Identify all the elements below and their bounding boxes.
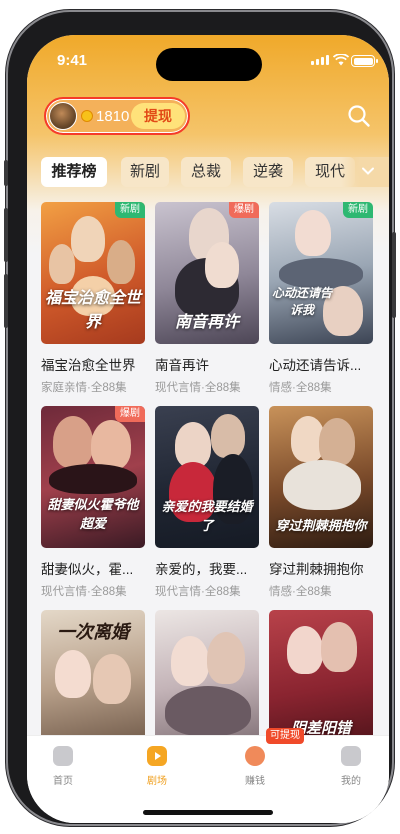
status-badge: 新剧 bbox=[115, 202, 145, 218]
bottom-navigation: 首页 剧场 赚钱 可提现 我的 bbox=[27, 728, 389, 823]
coin-balance: 1810 bbox=[96, 108, 130, 125]
status-bar: 9:41 bbox=[27, 35, 389, 81]
phone-frame: 9:41 1810 提现 推荐榜 新剧 总裁 逆袭 现代 福宝治愈全世界 新剧 … bbox=[4, 12, 396, 824]
cellular-signal-icon bbox=[311, 55, 329, 65]
drama-poster[interactable]: 福宝治愈全世界 新剧 bbox=[41, 202, 145, 344]
drama-poster[interactable]: 一次离婚 bbox=[41, 610, 145, 752]
profile-icon bbox=[341, 746, 361, 766]
drama-poster[interactable]: 亲爱的我要结婚了 bbox=[155, 406, 259, 548]
avatar[interactable] bbox=[49, 102, 77, 130]
drama-meta: 家庭亲情·全88集 bbox=[41, 382, 127, 394]
search-icon[interactable] bbox=[347, 104, 371, 128]
gift-icon bbox=[245, 746, 265, 766]
poster-title: 穿过荆棘拥抱你 bbox=[275, 519, 367, 534]
drama-poster[interactable]: 穿过荆棘拥抱你 bbox=[269, 406, 373, 548]
poster-title: 福宝治愈全世界 bbox=[45, 288, 142, 331]
nav-home[interactable]: 首页 bbox=[33, 746, 93, 787]
nav-home-label: 首页 bbox=[53, 776, 73, 787]
status-badge: 爆剧 bbox=[115, 406, 145, 422]
drama-card[interactable]: 福宝治愈全世界 新剧 福宝治愈全世界 家庭亲情·全88集 bbox=[41, 202, 145, 395]
volume-down-button bbox=[4, 274, 8, 328]
drama-meta: 现代言情·全88集 bbox=[155, 382, 241, 394]
app-screen: 9:41 1810 提现 推荐榜 新剧 总裁 逆袭 现代 福宝治愈全世界 新剧 … bbox=[27, 35, 389, 823]
wifi-icon bbox=[333, 54, 349, 66]
drama-title: 福宝治愈全世界 bbox=[41, 358, 136, 373]
nav-me[interactable]: 我的 bbox=[321, 746, 381, 787]
home-icon bbox=[53, 746, 73, 766]
dynamic-island bbox=[156, 48, 262, 81]
nav-earn-label: 赚钱 bbox=[245, 776, 265, 787]
battery-icon bbox=[351, 55, 378, 67]
drama-meta: 情感·全88集 bbox=[269, 586, 332, 598]
drama-title: 亲爱的，我要... bbox=[155, 562, 248, 577]
poster-title: 甜妻似火霍爷他超爱 bbox=[47, 498, 139, 532]
poster-title: 亲爱的我要结婚了 bbox=[161, 500, 253, 534]
poster-title: 南音再许 bbox=[174, 312, 239, 331]
drama-title: 心动还请告诉... bbox=[269, 358, 362, 373]
tab-ceo[interactable]: 总裁 bbox=[181, 157, 231, 187]
drama-meta: 现代言情·全88集 bbox=[41, 586, 127, 598]
drama-title: 南音再许 bbox=[155, 358, 209, 373]
play-icon bbox=[147, 746, 167, 766]
chevron-down-icon[interactable] bbox=[361, 164, 375, 178]
drama-card[interactable]: 亲爱的我要结婚了 亲爱的，我要... 现代言情·全88集 bbox=[155, 406, 259, 599]
drama-card[interactable] bbox=[155, 610, 259, 752]
status-time: 9:41 bbox=[57, 52, 88, 69]
drama-card[interactable]: 甜妻似火霍爷他超爱 爆剧 甜妻似火，霍... 现代言情·全88集 bbox=[41, 406, 145, 599]
drama-title: 穿过荆棘拥抱你 bbox=[269, 562, 364, 577]
nav-theater[interactable]: 剧场 bbox=[127, 746, 187, 787]
coin-balance-pill[interactable]: 1810 提现 bbox=[44, 97, 190, 135]
status-badge: 爆剧 bbox=[229, 202, 259, 218]
nav-me-label: 我的 bbox=[341, 776, 361, 787]
poster-title: 心动还请告诉我 bbox=[271, 286, 332, 317]
drama-card[interactable]: 南音再许 爆剧 南音再许 现代言情·全88集 bbox=[155, 202, 259, 395]
volume-up-button bbox=[4, 208, 8, 262]
status-badge: 新剧 bbox=[343, 202, 373, 218]
drama-poster[interactable]: 南音再许 爆剧 bbox=[155, 202, 259, 344]
category-tabs: 推荐榜 新剧 总裁 逆袭 现代 bbox=[41, 157, 389, 187]
poster-title: 一次离婚 bbox=[57, 622, 129, 643]
drama-meta: 现代言情·全88集 bbox=[155, 586, 241, 598]
drama-card[interactable]: 心动还请告诉我 新剧 心动还请告诉... 情感·全88集 bbox=[269, 202, 373, 395]
coin-icon bbox=[81, 110, 93, 122]
home-indicator bbox=[143, 810, 273, 815]
earn-badge: 可提现 bbox=[266, 728, 304, 744]
drama-poster[interactable]: 心动还请告诉我 新剧 bbox=[269, 202, 373, 344]
power-button bbox=[392, 232, 396, 318]
tab-new[interactable]: 新剧 bbox=[121, 157, 169, 187]
mute-switch bbox=[4, 160, 8, 186]
nav-earn[interactable]: 赚钱 bbox=[225, 746, 285, 787]
drama-title: 甜妻似火，霍... bbox=[41, 562, 134, 577]
tab-comeback[interactable]: 逆袭 bbox=[243, 157, 293, 187]
withdraw-button[interactable]: 提现 bbox=[131, 103, 185, 129]
drama-card[interactable]: 一次离婚 bbox=[41, 610, 145, 752]
drama-meta: 情感·全88集 bbox=[269, 382, 332, 394]
tab-recommended[interactable]: 推荐榜 bbox=[41, 157, 107, 187]
drama-poster[interactable] bbox=[155, 610, 259, 752]
drama-poster[interactable]: 甜妻似火霍爷他超爱 爆剧 bbox=[41, 406, 145, 548]
drama-card[interactable]: 穿过荆棘拥抱你 穿过荆棘拥抱你 情感·全88集 bbox=[269, 406, 373, 599]
nav-theater-label: 剧场 bbox=[147, 776, 167, 787]
